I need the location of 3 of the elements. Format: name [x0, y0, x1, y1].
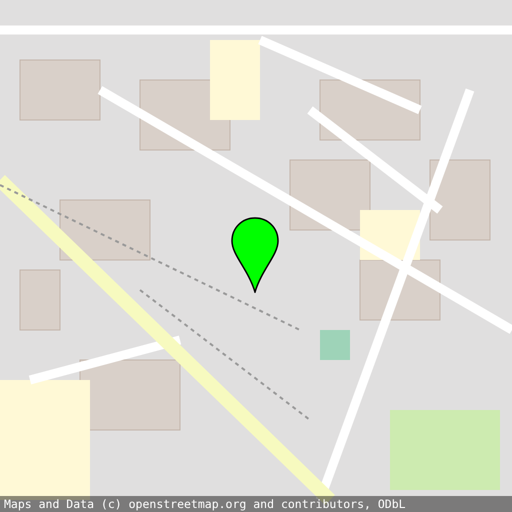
map-pin-icon[interactable] [230, 217, 280, 293]
map-view[interactable]: Maps and Data (c) openstreetmap.org and contributors, ODbL [0, 0, 512, 512]
map-attribution: Maps and Data (c) openstreetmap.org and contributors, ODbL [0, 496, 512, 512]
